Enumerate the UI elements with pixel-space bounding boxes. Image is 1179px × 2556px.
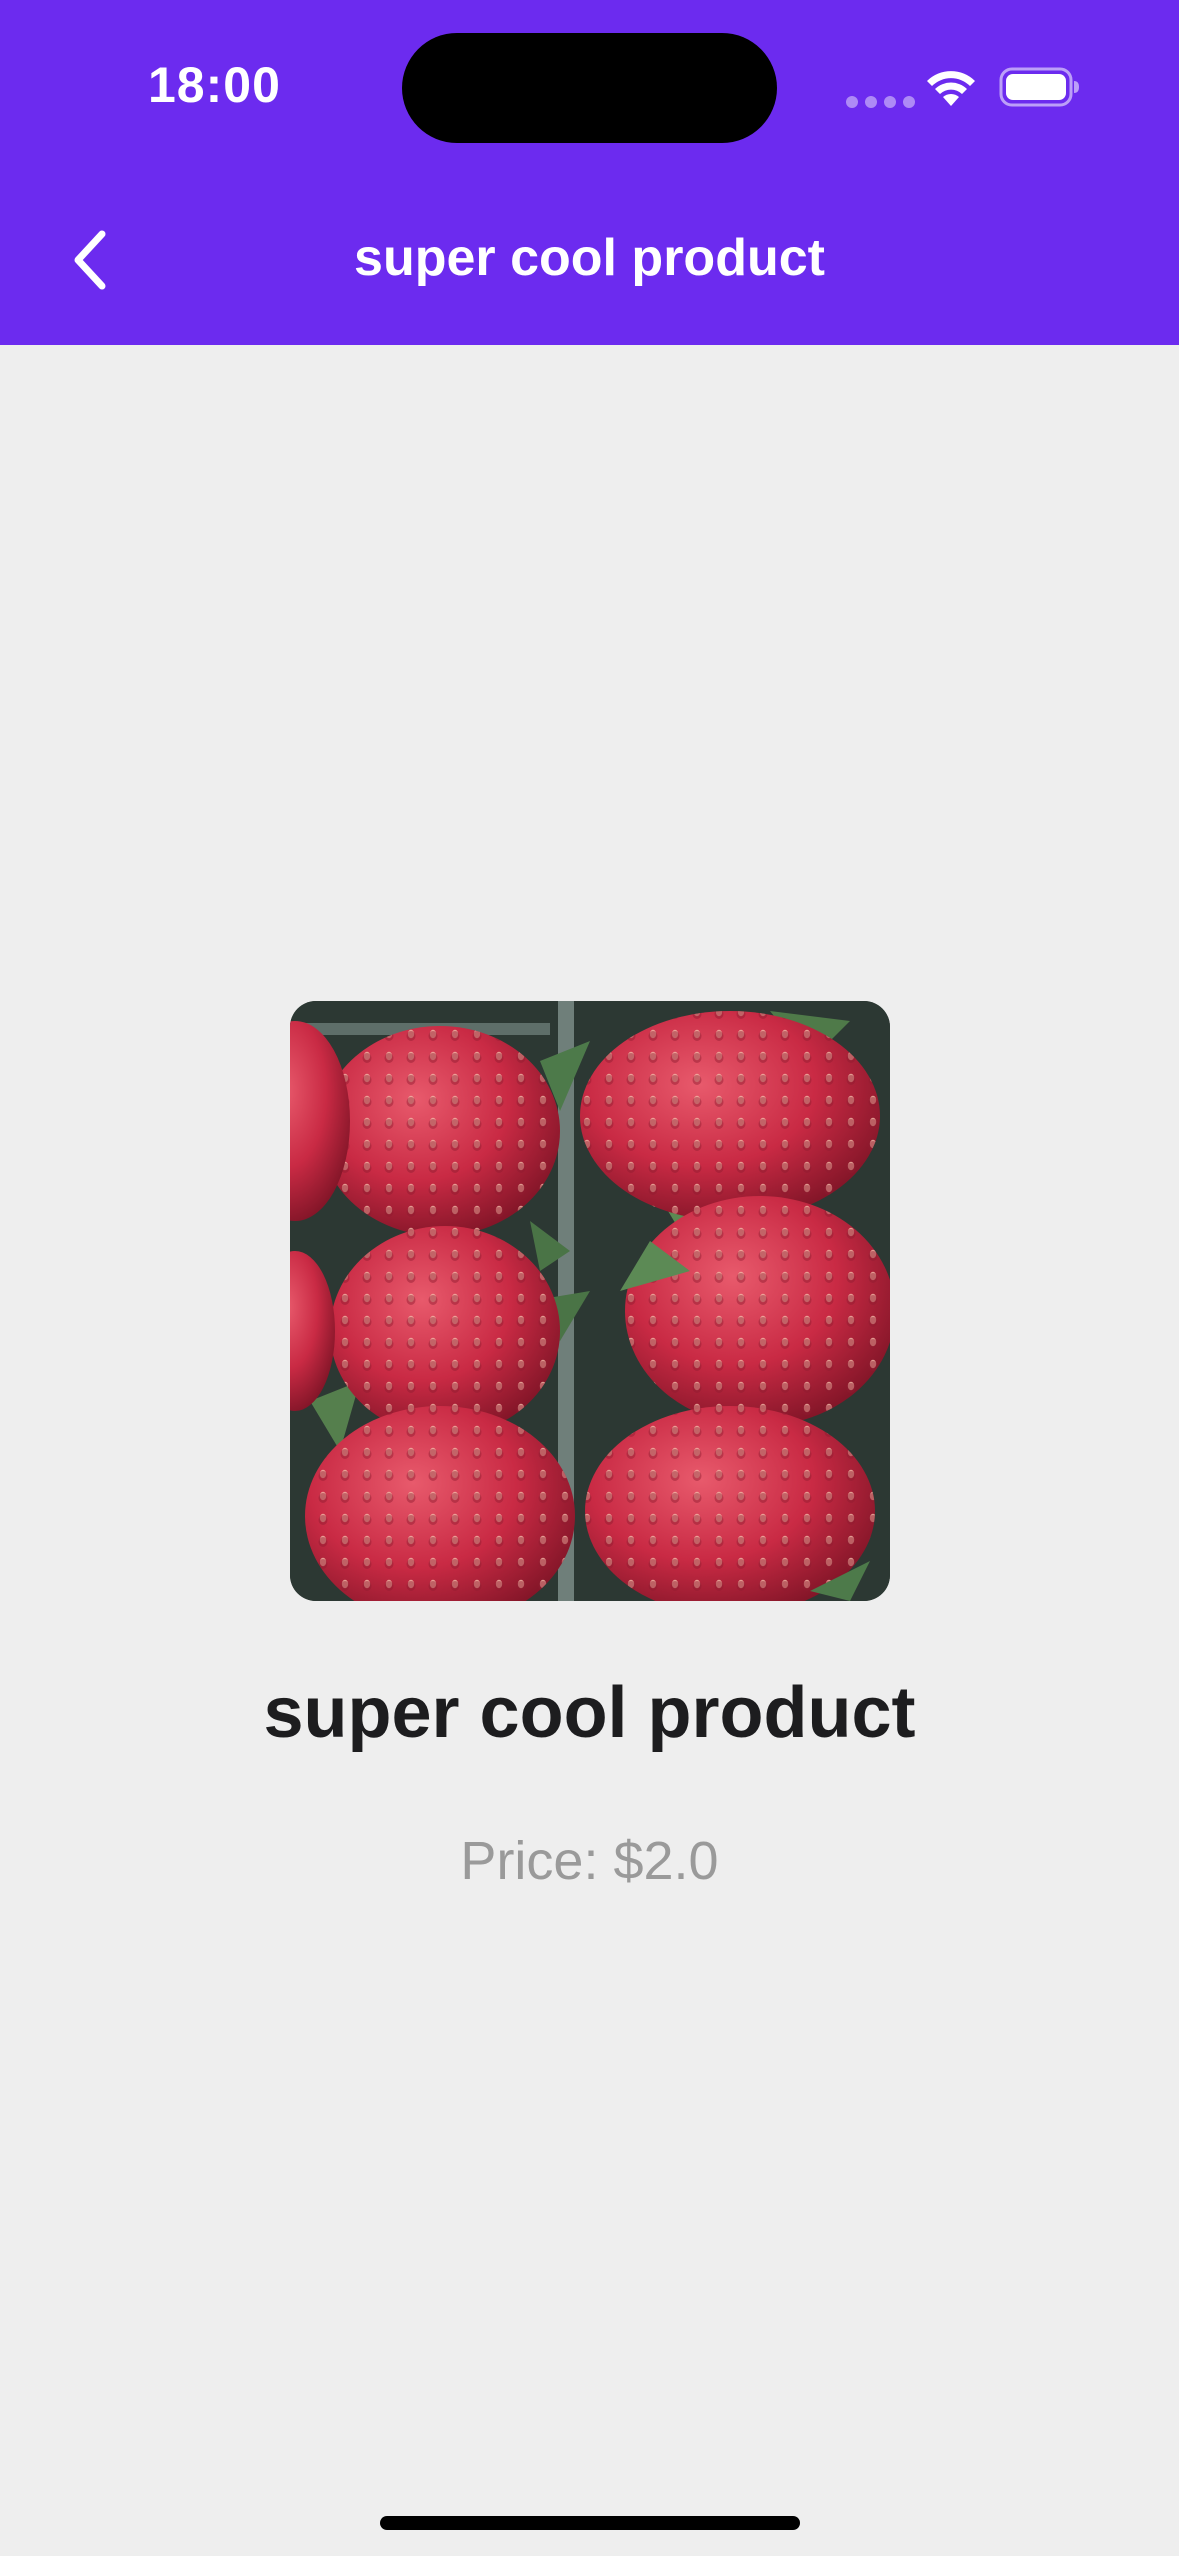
wifi-icon [927, 71, 975, 106]
dynamic-island [402, 33, 777, 143]
product-price: Price: $2.0 [460, 1831, 719, 1891]
battery-icon [999, 67, 1079, 107]
app-bar: 18:00 super cool product [0, 0, 1179, 345]
home-indicator[interactable] [380, 2516, 800, 2530]
cellular-signal-icon [846, 96, 915, 108]
product-detail-screen: 18:00 super cool product super cool prod… [0, 0, 1179, 2556]
product-name: super cool product [263, 1673, 916, 1753]
product-image [290, 1001, 890, 1601]
page-title: super cool product [354, 229, 825, 287]
status-time: 18:00 [148, 57, 281, 113]
